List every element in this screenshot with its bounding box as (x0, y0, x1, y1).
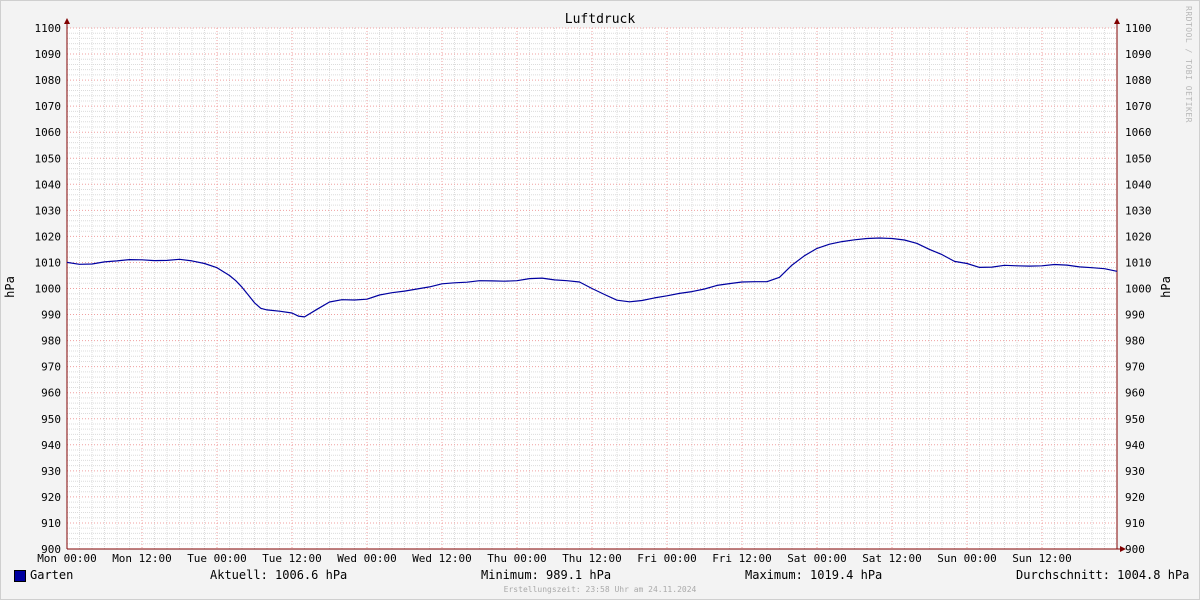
y-tick-label-right: 1080 (1125, 74, 1152, 87)
y-tick-label-left: 1090 (35, 48, 62, 61)
y-tick-label-right: 930 (1125, 465, 1145, 478)
legend: Garten Aktuell: 1006.6 hPa Minimum: 989.… (0, 568, 1200, 584)
x-tick-label: Sun 00:00 (937, 552, 997, 565)
y-tick-label-right: 910 (1125, 517, 1145, 530)
y-tick-label-left: 950 (41, 413, 61, 426)
y-tick-label-right: 960 (1125, 387, 1145, 400)
y-tick-label-left: 940 (41, 439, 61, 452)
x-tick-label: Wed 00:00 (337, 552, 397, 565)
y-tick-label-right: 1020 (1125, 230, 1152, 243)
y-tick-label-left: 1040 (35, 178, 62, 191)
chart-title: Luftdruck (565, 12, 636, 27)
y-tick-label-left: 1030 (35, 204, 62, 217)
x-tick-label: Sun 12:00 (1012, 552, 1072, 565)
y-tick-label-right: 1030 (1125, 204, 1152, 217)
y-tick-label-left: 1060 (35, 126, 62, 139)
y-tick-label-right: 920 (1125, 491, 1145, 504)
y-tick-label-right: 940 (1125, 439, 1145, 452)
y-tick-label-right: 1040 (1125, 178, 1152, 191)
y-tick-label-right: 980 (1125, 335, 1145, 348)
y-tick-label-left: 910 (41, 517, 61, 530)
y-axis-arrow-right (1114, 18, 1120, 24)
x-tick-label: Fri 00:00 (637, 552, 697, 565)
y-tick-label-right: 900 (1125, 543, 1145, 556)
y-tick-labels-right: 900 910 920 930 940 950 960 970 980 990 1000 1010 10… (1125, 22, 1152, 556)
y-tick-labels-left: 9009109209309409509609709809901000101010… (35, 22, 62, 556)
x-tick-label: Thu 00:00 (487, 552, 547, 565)
y-tick-label-left: 920 (41, 491, 61, 504)
y-tick-label-left: 1100 (35, 22, 62, 35)
legend-minimum: Minimum: 989.1 hPa (481, 568, 612, 582)
x-tick-labels: Mon 00:00 Mon 12:00 Tue 00:00 Tue 12:00 Wed … (37, 552, 1072, 565)
y-tick-label-left: 1050 (35, 152, 62, 165)
legend-maximum: Maximum: 1019.4 hPa (745, 568, 883, 582)
footer-created: Erstellungszeit: 23:58 Uhr am 24.11.2024 (503, 585, 697, 594)
x-tick-label: Sat 12:00 (862, 552, 922, 565)
y-tick-label-left: 1010 (35, 256, 62, 269)
x-tick-label: Mon 12:00 (112, 552, 172, 565)
y-tick-label-right: 950 (1125, 413, 1145, 426)
x-tick-label: Mon 00:00 (37, 552, 97, 565)
y-tick-label-left: 960 (41, 387, 61, 400)
x-tick-label: Thu 12:00 (562, 552, 622, 565)
legend-average: Durchschnitt: 1004.8 hPa (1016, 568, 1190, 582)
y-tick-label-left: 980 (41, 335, 61, 348)
y-tick-label-right: 1000 (1125, 283, 1152, 296)
y-tick-label-left: 1000 (35, 283, 62, 296)
y-tick-label-right: 1070 (1125, 100, 1152, 113)
x-tick-label: Sat 00:00 (787, 552, 847, 565)
x-tick-label: Tue 00:00 (187, 552, 247, 565)
y-tick-label-left: 930 (41, 465, 61, 478)
pressure-chart: 900 910 920 930 940 950 960 970 980 990 1000 1010 10… (3, 12, 1173, 565)
y-tick-label-right: 1100 (1125, 22, 1152, 35)
x-tick-label: Tue 12:00 (262, 552, 322, 565)
x-tick-label: Wed 12:00 (412, 552, 472, 565)
y-axis-arrow-left (64, 18, 70, 24)
y-tick-label-right: 970 (1125, 361, 1145, 374)
y-tick-label-right: 1060 (1125, 126, 1152, 139)
y-tick-label-left: 1020 (35, 230, 62, 243)
y-tick-label-left: 1080 (35, 74, 62, 87)
y-axis-label-right: hPa (1159, 276, 1173, 298)
y-tick-label-left: 1070 (35, 100, 62, 113)
y-tick-label-left: 990 (41, 309, 61, 322)
legend-current: Aktuell: 1006.6 hPa (210, 568, 348, 582)
y-axis-label-left: hPa (3, 276, 17, 298)
legend-series-name: Garten (30, 568, 74, 582)
y-tick-label-right: 1090 (1125, 48, 1152, 61)
y-tick-label-right: 1050 (1125, 152, 1152, 165)
y-tick-label-right: 1010 (1125, 256, 1152, 269)
rrdtool-watermark: RRDTOOL / TOBI OETIKER (1184, 6, 1193, 123)
y-tick-label-left: 970 (41, 361, 61, 374)
y-tick-label-right: 990 (1125, 309, 1145, 322)
x-tick-label: Fri 12:00 (712, 552, 772, 565)
